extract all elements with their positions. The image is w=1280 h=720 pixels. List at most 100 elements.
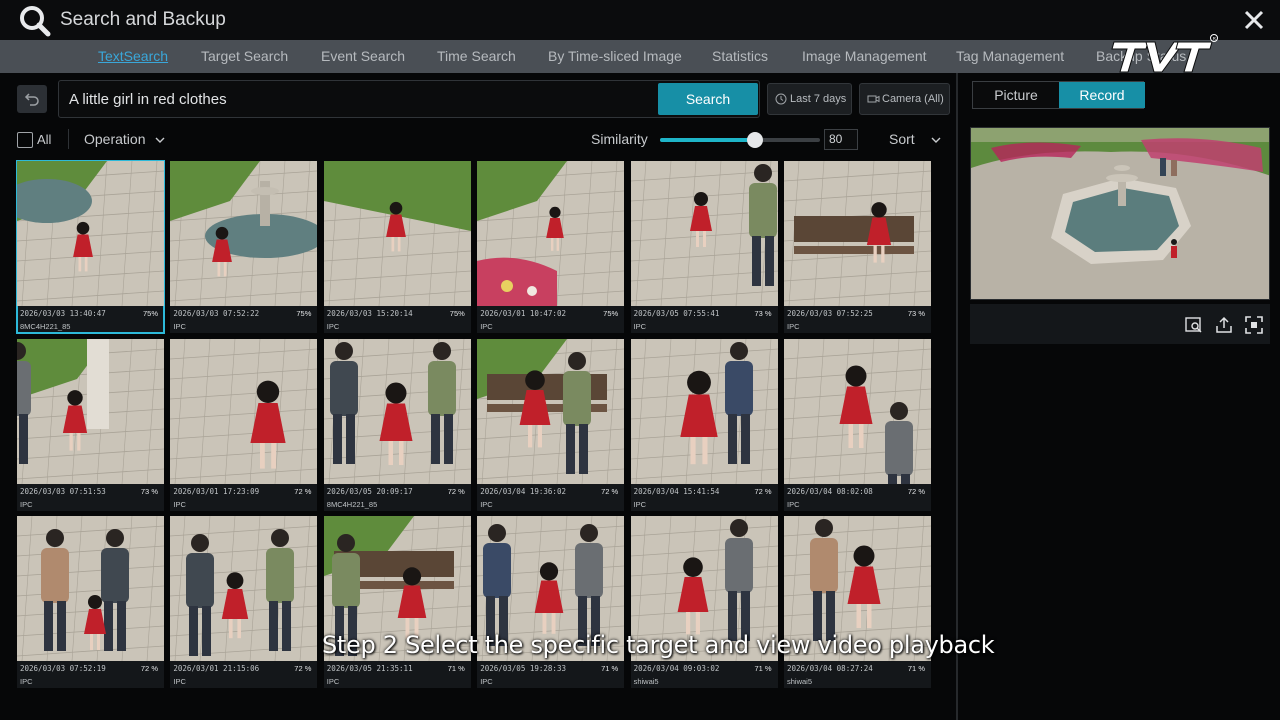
camera-filter-button[interactable]: Camera (All) [859, 83, 950, 115]
result-timestamp: 2026/03/04 08:27:24 [787, 664, 873, 673]
result-camera: IPC [173, 499, 186, 509]
result-timestamp: 2026/03/04 19:36:02 [480, 486, 566, 496]
operation-dropdown[interactable]: Operation [84, 131, 165, 147]
search-box [58, 80, 760, 118]
result-camera: IPC [326, 677, 340, 686]
result-card[interactable]: 2026/03/05 07:55:41 73 % IPC [630, 161, 778, 333]
result-card[interactable]: 2026/03/04 08:27:24 71 % shiwai5 [784, 516, 931, 688]
window-title: Search and Backup [60, 9, 226, 30]
result-thumbnail [17, 161, 164, 306]
search-input[interactable] [69, 81, 654, 117]
result-timestamp: 2026/03/05 19:28:33 [480, 664, 566, 673]
time-filter-button[interactable]: Last 7 days [767, 83, 852, 115]
result-card[interactable]: 2026/03/03 07:52:22 75% IPC [170, 161, 318, 333]
result-thumbnail [17, 516, 164, 661]
result-card[interactable]: 2026/03/04 15:41:54 72 % IPC [630, 338, 778, 511]
result-timestamp: 2026/03/01 10:47:02 [480, 309, 566, 318]
similarity-label: Similarity [591, 131, 648, 147]
result-timestamp: 2026/03/04 08:02:08 [787, 486, 873, 496]
result-camera: IPC [787, 322, 800, 331]
result-similarity: 75% [603, 309, 619, 318]
similarity-slider-handle[interactable] [746, 132, 763, 148]
result-camera: IPC [633, 499, 647, 509]
result-similarity: 72 % [140, 664, 158, 673]
result-card[interactable]: 2026/03/05 21:35:11 71 % IPC [323, 516, 471, 688]
result-camera: 8MC4H221_85 [326, 499, 378, 509]
result-card[interactable]: 2026/03/03 07:51:53 73 % IPC [17, 338, 164, 511]
result-camera: 8MC4H221_85 [20, 322, 71, 331]
result-timestamp: 2026/03/03 15:20:14 [326, 309, 413, 318]
tab-picture[interactable]: Picture [973, 82, 1059, 108]
result-card[interactable]: 2026/03/04 08:02:08 72 % IPC [784, 338, 931, 511]
result-similarity: 71 % [447, 664, 465, 673]
preview-panel: Picture Record [958, 73, 1280, 720]
result-thumbnail [477, 161, 625, 306]
result-thumbnail [784, 161, 931, 306]
tab-time-sliced-image[interactable]: By Time-sliced Image [548, 48, 682, 64]
result-card[interactable]: 2026/03/05 19:28:33 71 % IPC [477, 516, 625, 688]
result-card[interactable]: 2026/03/01 21:15:06 72 % IPC [170, 516, 318, 688]
toolbar: All Operation Similarity 80 Sort [0, 127, 956, 153]
export-icon[interactable] [1215, 316, 1233, 334]
tab-tag-management[interactable]: Tag Management [956, 48, 1064, 64]
sort-dropdown[interactable]: Sort [889, 131, 941, 147]
camera-icon [867, 95, 880, 103]
select-all-checkbox[interactable] [17, 132, 33, 148]
playback-preview[interactable] [970, 127, 1270, 300]
tab-target-search[interactable]: Target Search [201, 48, 288, 64]
result-timestamp: 2026/03/03 07:51:53 [20, 486, 106, 496]
result-similarity: 71 % [907, 664, 925, 673]
result-card[interactable]: 2026/03/04 09:03:02 71 % shiwai5 [630, 516, 778, 688]
result-camera: IPC [20, 499, 33, 509]
result-camera: IPC [480, 677, 493, 686]
fullscreen-icon[interactable] [1245, 316, 1263, 334]
result-camera: IPC [633, 322, 647, 331]
camera-filter-label: Camera (All) [882, 93, 944, 105]
result-card[interactable]: 2026/03/01 17:23:09 72 % IPC [170, 338, 318, 511]
result-thumbnail [170, 161, 318, 306]
result-timestamp: 2026/03/05 07:55:41 [633, 309, 720, 318]
result-camera: shiwai5 [633, 677, 659, 686]
result-camera: IPC [787, 499, 800, 509]
result-similarity: 73 % [754, 309, 772, 318]
result-similarity: 72 % [294, 486, 312, 496]
result-timestamp: 2026/03/01 21:15:06 [173, 664, 260, 673]
result-similarity: 73 % [907, 309, 925, 318]
tab-event-search[interactable]: Event Search [321, 48, 405, 64]
result-card[interactable]: 2026/03/04 19:36:02 72 % IPC [477, 338, 625, 511]
time-filter-label: Last 7 days [790, 93, 847, 105]
result-card[interactable]: 2026/03/03 13:40:47 75% 8MC4H221_85 [16, 160, 165, 334]
close-icon[interactable] [1242, 8, 1266, 32]
tab-time-search[interactable]: Time Search [437, 48, 516, 64]
similarity-slider-fill [660, 138, 755, 142]
tab-record[interactable]: Record [1059, 82, 1145, 108]
result-card[interactable]: 2026/03/03 07:52:19 72 % IPC [17, 516, 164, 688]
similarity-slider[interactable] [660, 132, 820, 148]
tab-text-search[interactable]: TextSearch [98, 48, 168, 64]
image-search-icon[interactable] [1185, 316, 1203, 334]
result-thumbnail [630, 161, 778, 306]
back-button[interactable] [17, 85, 47, 113]
preview-tabs: Picture Record [972, 81, 1145, 109]
result-timestamp: 2026/03/03 07:52:19 [20, 664, 106, 673]
result-similarity: 72 % [294, 664, 312, 673]
result-card[interactable]: 2026/03/05 20:09:17 72 % 8MC4H221_85 [323, 338, 471, 511]
result-timestamp: 2026/03/03 07:52:25 [787, 309, 873, 318]
search-button[interactable]: Search [658, 83, 758, 115]
result-camera: IPC [20, 677, 33, 686]
chevron-down-icon [155, 137, 165, 144]
result-thumbnail [784, 338, 931, 484]
result-similarity: 71 % [754, 664, 772, 673]
result-similarity: 75% [296, 309, 312, 318]
tab-image-management[interactable]: Image Management [802, 48, 927, 64]
tab-statistics[interactable]: Statistics [712, 48, 768, 64]
result-card[interactable]: 2026/03/01 10:47:02 75% IPC [477, 161, 625, 333]
playback-image [971, 128, 1269, 299]
result-timestamp: 2026/03/04 09:03:02 [633, 664, 720, 673]
similarity-value-input[interactable]: 80 [824, 129, 858, 150]
result-similarity: 75% [142, 309, 158, 318]
result-card[interactable]: 2026/03/03 15:20:14 75% IPC [323, 161, 471, 333]
result-card[interactable]: 2026/03/03 07:52:25 73 % IPC [784, 161, 931, 333]
result-thumbnail [170, 338, 318, 484]
tutorial-caption: Step 2 Select the specific target and vi… [322, 631, 995, 659]
